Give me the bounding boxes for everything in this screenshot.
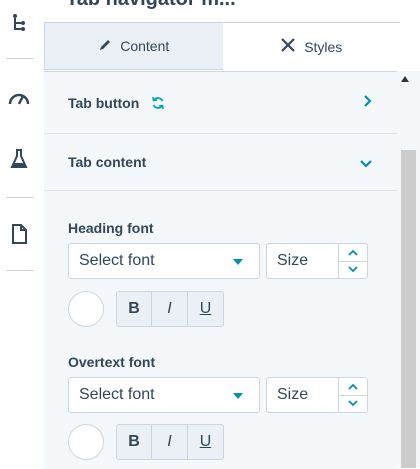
select-placeholder: Select font (79, 386, 155, 403)
size-stepper (338, 244, 367, 278)
rail-divider (6, 197, 34, 198)
size-stepper (338, 378, 367, 412)
overtext-color-swatch[interactable] (68, 424, 104, 460)
heading-size-input[interactable]: Size (266, 243, 368, 279)
tree-structure-icon[interactable] (7, 10, 31, 34)
tab-styles[interactable]: Styles (222, 22, 400, 70)
overtext-font-select[interactable]: Select font (68, 377, 260, 413)
accordion-label: Tab button (68, 94, 140, 111)
left-rail (0, 0, 45, 468)
chevron-right-icon (363, 94, 373, 111)
pencil-icon (98, 38, 112, 55)
sync-icon (151, 96, 165, 110)
heading-font-select[interactable]: Select font (68, 243, 260, 279)
stepper-up-button[interactable] (339, 378, 367, 395)
overtext-font-label: Overtext font (68, 354, 156, 370)
editor-panel: Tab navigator m... Content Styles Tab bu… (44, 0, 420, 469)
overtext-size-input[interactable]: Size (266, 377, 368, 413)
rail-divider (6, 58, 34, 59)
beaker-icon[interactable] (7, 147, 31, 171)
overtext-format-buttons: B I U (116, 424, 224, 460)
tab-styles-label: Styles (304, 38, 343, 55)
panel-title: Tab navigator m... (66, 0, 236, 11)
scrollbar-thumb[interactable] (401, 150, 416, 468)
stepper-down-button[interactable] (339, 394, 367, 413)
accordion-label: Tab content (68, 154, 147, 170)
underline-button[interactable]: U (188, 291, 224, 327)
italic-button[interactable]: I (152, 424, 188, 460)
size-placeholder: Size (277, 252, 309, 269)
styles-icon (280, 37, 296, 56)
styles-content: Tab button Tab content Heading font Sele… (44, 71, 397, 469)
bold-button[interactable]: B (116, 424, 152, 460)
underline-button[interactable]: U (188, 424, 224, 460)
tab-content[interactable]: Content (44, 22, 223, 70)
size-placeholder: Size (277, 386, 309, 403)
rail-divider (6, 270, 34, 271)
stepper-up-button[interactable] (339, 244, 367, 261)
heading-font-label: Heading font (68, 220, 154, 236)
scroll-up-arrow-icon[interactable] (401, 76, 409, 82)
heading-format-buttons: B I U (116, 291, 224, 327)
gauge-icon[interactable] (7, 86, 31, 110)
italic-button[interactable]: I (152, 291, 188, 327)
accordion-tab-button[interactable]: Tab button (44, 72, 397, 134)
stepper-down-button[interactable] (339, 260, 367, 279)
accordion-tab-content[interactable]: Tab content (44, 134, 397, 191)
caret-down-icon (233, 259, 243, 265)
caret-down-icon (233, 393, 243, 399)
bold-button[interactable]: B (116, 291, 152, 327)
panel-tabs: Content Styles (44, 22, 400, 70)
heading-color-swatch[interactable] (68, 291, 104, 327)
select-placeholder: Select font (79, 252, 155, 269)
tab-content-label: Content (120, 38, 170, 54)
chevron-down-icon (359, 156, 373, 172)
page-icon[interactable] (7, 222, 31, 246)
